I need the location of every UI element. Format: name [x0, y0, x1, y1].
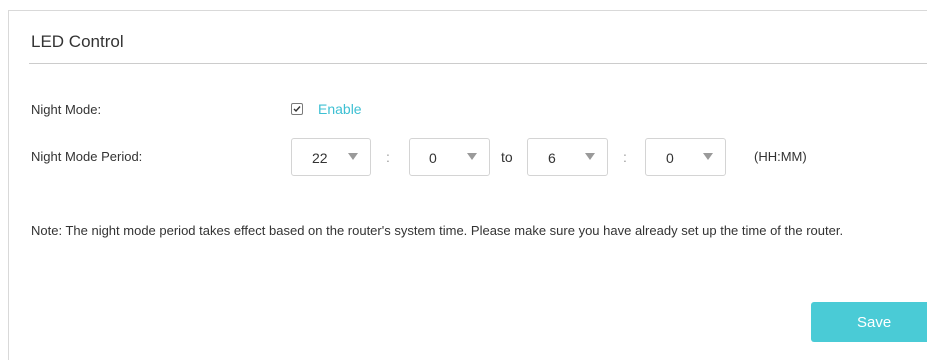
- start-minute-value: 0: [429, 150, 437, 166]
- night-mode-period-label: Night Mode Period:: [31, 149, 143, 164]
- save-button[interactable]: Save: [811, 302, 927, 342]
- time-separator: :: [386, 149, 390, 165]
- night-mode-label: Night Mode:: [31, 102, 102, 117]
- night-mode-note: Note: The night mode period takes effect…: [31, 223, 844, 238]
- night-mode-enable-checkbox[interactable]: [291, 103, 303, 115]
- end-hour-select[interactable]: 6: [527, 138, 608, 176]
- time-format-hint: (HH:MM): [754, 149, 807, 164]
- chevron-down-icon: [703, 153, 713, 160]
- enable-label[interactable]: Enable: [318, 101, 362, 117]
- led-control-panel: LED Control Night Mode: Enable Night Mod…: [8, 10, 927, 360]
- end-hour-value: 6: [548, 150, 556, 166]
- chevron-down-icon: [585, 153, 595, 160]
- section-title: LED Control: [31, 32, 124, 51]
- chevron-down-icon: [348, 153, 358, 160]
- end-minute-select[interactable]: 0: [645, 138, 726, 176]
- time-separator: :: [623, 149, 627, 165]
- start-hour-value: 22: [312, 150, 328, 166]
- start-minute-select[interactable]: 0: [409, 138, 490, 176]
- end-minute-value: 0: [666, 150, 674, 166]
- chevron-down-icon: [467, 153, 477, 160]
- start-hour-select[interactable]: 22: [291, 138, 371, 176]
- checkmark-icon: [293, 106, 301, 113]
- to-label: to: [501, 149, 513, 165]
- title-divider: [29, 63, 927, 64]
